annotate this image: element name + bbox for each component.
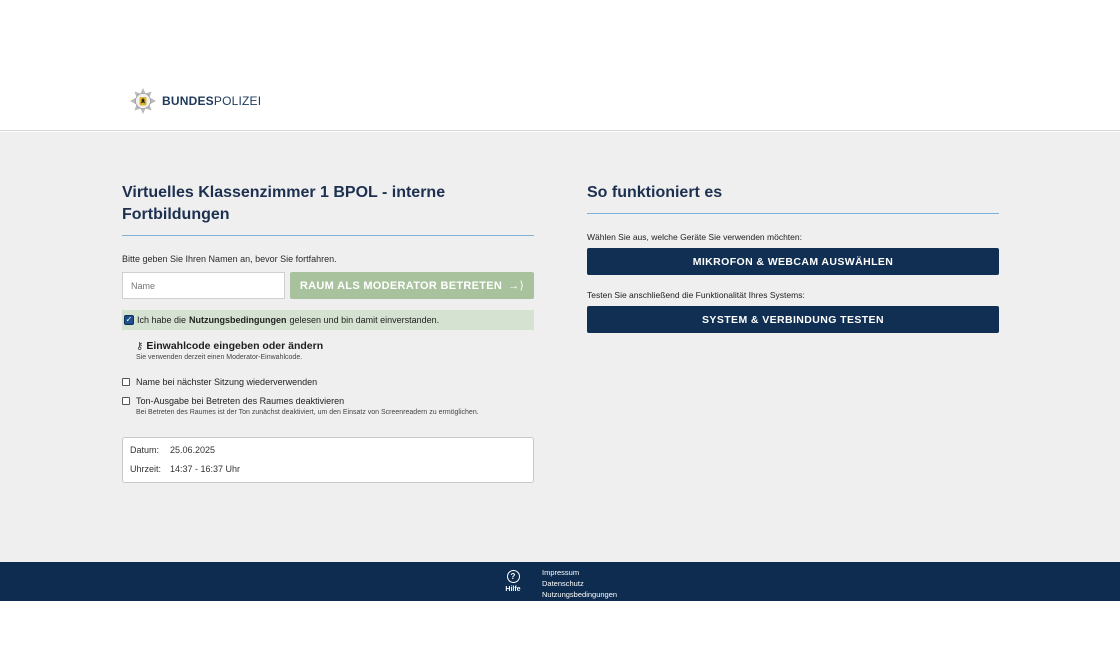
name-row: RAUM ALS MODERATOR BETRETEN →⟩: [122, 272, 534, 299]
terms-consent-row[interactable]: ✓ Ich habe die Nutzungsbedingungen geles…: [122, 310, 534, 330]
time-value: 14:37 - 16:37 Uhr: [170, 464, 241, 474]
join-panel: Virtuelles Klassenzimmer 1 BPOL - intern…: [122, 182, 534, 483]
dial-in-link[interactable]: ⚷ Einwahlcode eingeben oder ändern: [136, 340, 534, 352]
devices-text: Wählen Sie aus, welche Geräte Sie verwen…: [587, 232, 802, 242]
select-devices-button[interactable]: MIKROFON & WEBCAM AUSWÄHLEN: [587, 248, 999, 275]
help-icon: ?: [506, 570, 520, 583]
key-icon: ⚷: [136, 340, 144, 352]
test-system-button[interactable]: SYSTEM & VERBINDUNG TESTEN: [587, 306, 999, 333]
help-label: Hilfe: [505, 586, 521, 593]
time-line: Uhrzeit: 14:37 - 16:37 Uhr: [130, 464, 533, 483]
terms-link[interactable]: Nutzungsbedingungen: [189, 315, 286, 325]
help-button[interactable]: ? Hilfe: [502, 570, 524, 593]
terms-checkbox[interactable]: ✓: [124, 315, 134, 325]
reuse-name-label: Name bei nächster Sitzung wiederverwende…: [136, 377, 318, 387]
datenschutz-link[interactable]: Datenschutz: [542, 578, 617, 589]
name-prompt: Bitte geben Sie Ihren Namen an, bevor Si…: [122, 254, 337, 264]
name-input[interactable]: [122, 272, 285, 299]
eagle-star-emblem-icon: [130, 88, 156, 114]
schedule-box: Datum: 25.06.2025 Uhrzeit: 14:37 - 16:37…: [122, 437, 534, 483]
logo-wordmark: BUNDESPOLIZEI: [162, 94, 262, 108]
terms-suffix: gelesen und bin damit einverstanden.: [289, 315, 440, 325]
date-line: Datum: 25.06.2025: [130, 445, 533, 464]
dial-in-heading: Einwahlcode eingeben oder ändern: [146, 340, 324, 352]
how-it-works-panel: So funktioniert es Wählen Sie aus, welch…: [587, 182, 999, 333]
dial-in-section: ⚷ Einwahlcode eingeben oder ändern Sie v…: [136, 340, 534, 361]
footer-links: Impressum Datenschutz Nutzungsbedingunge…: [542, 567, 617, 600]
enter-as-moderator-button[interactable]: RAUM ALS MODERATOR BETRETEN →⟩: [290, 272, 534, 299]
how-it-works-divider: [587, 213, 999, 214]
reuse-name-option[interactable]: Name bei nächster Sitzung wiederverwende…: [122, 377, 534, 387]
mute-audio-label: Ton-Ausgabe bei Betreten des Raumes deak…: [136, 396, 345, 406]
room-title: Virtuelles Klassenzimmer 1 BPOL - intern…: [122, 184, 446, 223]
nutzungsbedingungen-link[interactable]: Nutzungsbedingungen: [542, 589, 617, 600]
mute-audio-checkbox[interactable]: [122, 397, 130, 405]
how-it-works-title: So funktioniert es: [587, 184, 723, 201]
impressum-link[interactable]: Impressum: [542, 567, 617, 578]
title-divider: [122, 235, 534, 236]
dial-in-sub: Sie verwenden derzeit einen Moderator-Ei…: [136, 354, 303, 361]
terms-prefix: Ich habe die: [137, 315, 187, 325]
time-label: Uhrzeit:: [130, 464, 162, 474]
bundespolizei-logo[interactable]: BUNDESPOLIZEI: [130, 88, 261, 114]
main-content: Virtuelles Klassenzimmer 1 BPOL - intern…: [0, 132, 1120, 562]
enter-as-moderator-label: RAUM ALS MODERATOR BETRETEN: [299, 279, 503, 292]
page-header: BUNDESPOLIZEI: [0, 0, 1120, 131]
test-text: Testen Sie anschließend die Funktionalit…: [587, 290, 805, 300]
date-value: 25.06.2025: [170, 445, 216, 455]
enter-arrow-icon: →⟩: [508, 280, 525, 292]
mute-audio-sub: Bei Betreten des Raumes ist der Ton zunä…: [136, 409, 479, 416]
mute-audio-option[interactable]: Ton-Ausgabe bei Betreten des Raumes deak…: [122, 396, 534, 416]
reuse-name-checkbox[interactable]: [122, 378, 130, 386]
page-footer: ? Hilfe Impressum Datenschutz Nutzungsbe…: [0, 562, 1120, 601]
date-label: Datum:: [130, 445, 160, 455]
